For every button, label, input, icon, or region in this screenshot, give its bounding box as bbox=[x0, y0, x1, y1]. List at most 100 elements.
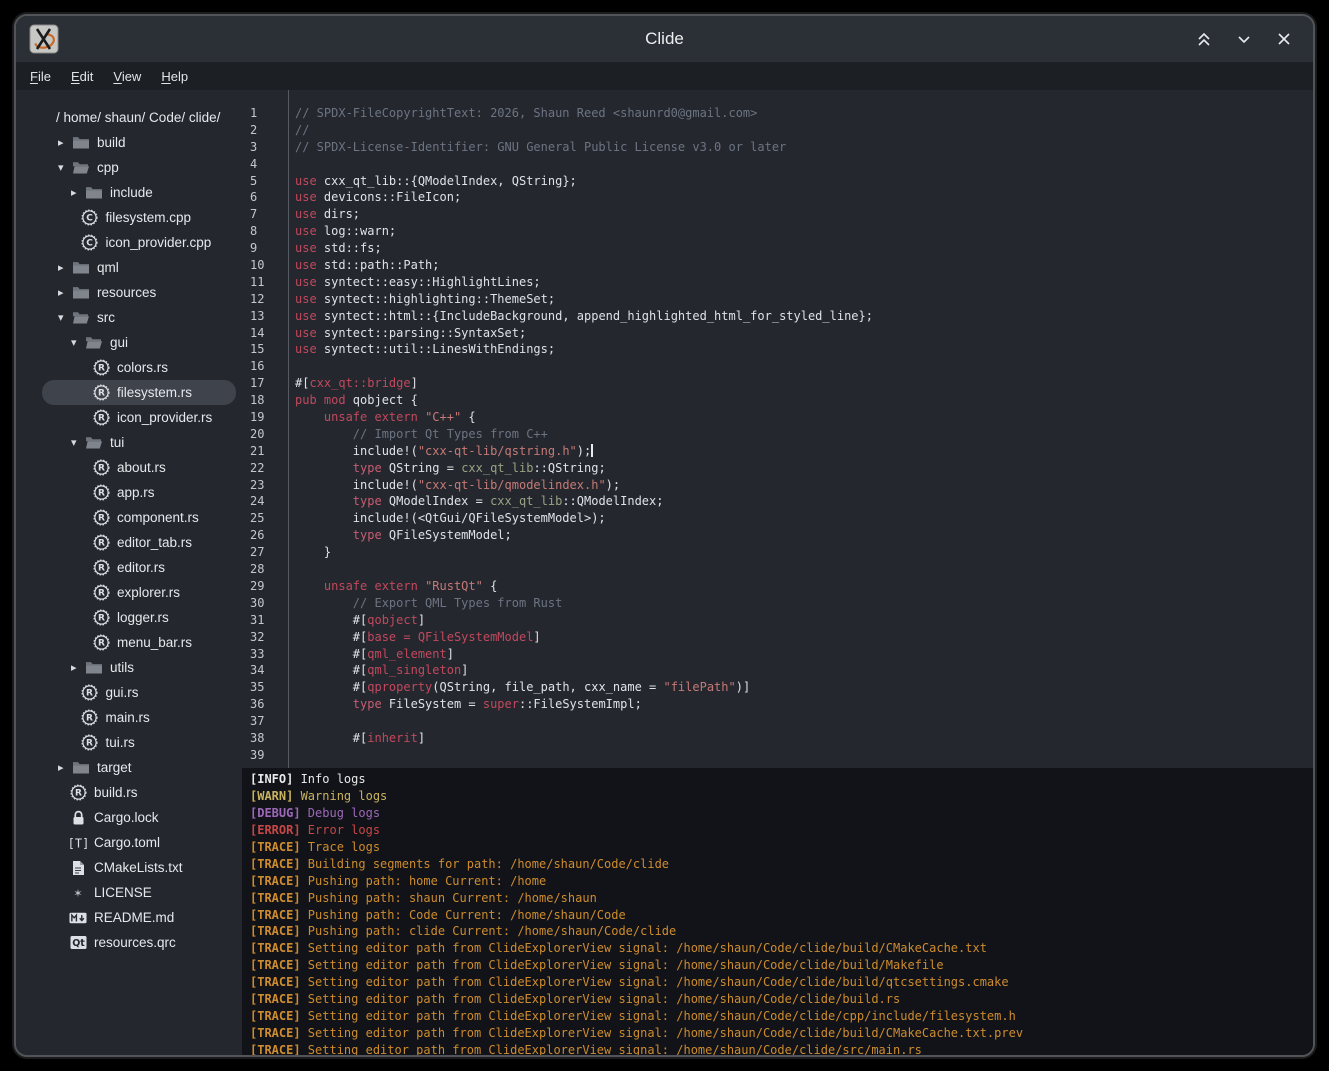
tree-item-explorer-rs[interactable]: Rexplorer.rs bbox=[42, 580, 236, 605]
qt-icon: Qt bbox=[69, 935, 87, 951]
tree-item-license[interactable]: ✶LICENSE bbox=[42, 880, 236, 905]
tree-item-src[interactable]: ▾src bbox=[42, 305, 236, 330]
chevron-collapsed-icon[interactable]: ▸ bbox=[71, 661, 85, 674]
code-line-23[interactable]: 23 include!("cxx-qt-lib/qmodelindex.h"); bbox=[242, 477, 1313, 494]
code-line-22[interactable]: 22 type QString = cxx_qt_lib::QString; bbox=[242, 460, 1313, 477]
tree-item-component-rs[interactable]: Rcomponent.rs bbox=[42, 505, 236, 530]
log-panel[interactable]: [INFO] Info logs[WARN] Warning logs[DEBU… bbox=[242, 768, 1313, 1057]
tree-item-filesystem-cpp[interactable]: Cfilesystem.cpp bbox=[42, 205, 236, 230]
code-line-34[interactable]: 34 #[qml_singleton] bbox=[242, 662, 1313, 679]
code-line-5[interactable]: 5use cxx_qt_lib::{QModelIndex, QString}; bbox=[242, 173, 1313, 190]
code-line-18[interactable]: 18pub mod qobject { bbox=[242, 392, 1313, 409]
tree-item-colors-rs[interactable]: Rcolors.rs bbox=[42, 355, 236, 380]
tree-item-cpp[interactable]: ▾ cpp bbox=[42, 155, 236, 180]
code-line-30[interactable]: 30 // Export QML Types from Rust bbox=[242, 595, 1313, 612]
code-line-24[interactable]: 24 type QModelIndex = cxx_qt_lib::QModel… bbox=[242, 493, 1313, 510]
minimize-button[interactable] bbox=[1231, 26, 1257, 52]
code-line-14[interactable]: 14use syntect::parsing::SyntaxSet; bbox=[242, 325, 1313, 342]
code-text: include!("cxx-qt-lib/qmodelindex.h"); bbox=[295, 477, 620, 494]
tree-item-utils[interactable]: ▸utils bbox=[42, 655, 236, 680]
code-line-4[interactable]: 4 bbox=[242, 156, 1313, 173]
tree-item-gui[interactable]: ▾gui bbox=[42, 330, 236, 355]
tree-item-label: editor_tab.rs bbox=[117, 535, 192, 550]
code-line-10[interactable]: 10use std::path::Path; bbox=[242, 257, 1313, 274]
restore-button[interactable] bbox=[1191, 26, 1217, 52]
tree-item-build[interactable]: ▸build bbox=[42, 130, 236, 155]
tree-item-cargo-lock[interactable]: Cargo.lock bbox=[42, 805, 236, 830]
tree-item-label: cpp bbox=[97, 160, 119, 175]
code-line-15[interactable]: 15use syntect::util::LinesWithEndings; bbox=[242, 341, 1313, 358]
code-line-9[interactable]: 9use std::fs; bbox=[242, 240, 1313, 257]
code-line-27[interactable]: 27 } bbox=[242, 544, 1313, 561]
tree-item-main-rs[interactable]: Rmain.rs bbox=[42, 705, 236, 730]
code-line-8[interactable]: 8use log::warn; bbox=[242, 223, 1313, 240]
chevron-collapsed-icon[interactable]: ▸ bbox=[58, 261, 72, 274]
tree-item-filesystem-rs[interactable]: Rfilesystem.rs bbox=[42, 380, 236, 405]
menu-help[interactable]: Help bbox=[151, 66, 198, 87]
code-line-33[interactable]: 33 #[qml_element] bbox=[242, 646, 1313, 663]
chevron-collapsed-icon[interactable]: ▸ bbox=[58, 286, 72, 299]
svg-text:R: R bbox=[75, 789, 82, 799]
tree-item-build-rs[interactable]: Rbuild.rs bbox=[42, 780, 236, 805]
code-line-2[interactable]: 2// bbox=[242, 122, 1313, 139]
code-line-38[interactable]: 38 #[inherit] bbox=[242, 730, 1313, 747]
code-line-36[interactable]: 36 type FileSystem = super::FileSystemIm… bbox=[242, 696, 1313, 713]
tree-item-logger-rs[interactable]: Rlogger.rs bbox=[42, 605, 236, 630]
code-line-7[interactable]: 7use dirs; bbox=[242, 206, 1313, 223]
tree-item-app-rs[interactable]: Rapp.rs bbox=[42, 480, 236, 505]
tree-item-cmakelists-txt[interactable]: CMakeLists.txt bbox=[42, 855, 236, 880]
menu-file[interactable]: File bbox=[20, 66, 61, 87]
code-line-13[interactable]: 13use syntect::html::{IncludeBackground,… bbox=[242, 308, 1313, 325]
chevron-expanded-icon[interactable]: ▾ bbox=[58, 311, 72, 324]
code-line-28[interactable]: 28 bbox=[242, 561, 1313, 578]
rust-file-icon: R bbox=[92, 460, 110, 476]
tree-item-editor-tab-rs[interactable]: Reditor_tab.rs bbox=[42, 530, 236, 555]
title-bar[interactable]: Clide bbox=[16, 16, 1313, 62]
tree-item-qml[interactable]: ▸qml bbox=[42, 255, 236, 280]
code-line-12[interactable]: 12use syntect::highlighting::ThemeSet; bbox=[242, 291, 1313, 308]
code-line-31[interactable]: 31 #[qobject] bbox=[242, 612, 1313, 629]
chevron-expanded-icon[interactable]: ▾ bbox=[71, 336, 85, 349]
code-line-29[interactable]: 29 unsafe extern "RustQt" { bbox=[242, 578, 1313, 595]
code-line-17[interactable]: 17#[cxx_qt::bridge] bbox=[242, 375, 1313, 392]
code-line-11[interactable]: 11use syntect::easy::HighlightLines; bbox=[242, 274, 1313, 291]
chevron-expanded-icon[interactable]: ▾ bbox=[71, 436, 85, 449]
code-line-39[interactable]: 39 bbox=[242, 747, 1313, 764]
chevron-expanded-icon[interactable]: ▾ bbox=[58, 161, 72, 174]
tree-item-target[interactable]: ▸ target bbox=[42, 755, 236, 780]
chevron-collapsed-icon[interactable]: ▸ bbox=[58, 136, 72, 149]
tree-item-menu-bar-rs[interactable]: Rmenu_bar.rs bbox=[42, 630, 236, 655]
code-line-1[interactable]: 1// SPDX-FileCopyrightText: 2026, Shaun … bbox=[242, 105, 1313, 122]
tree-item-resources[interactable]: ▸resources bbox=[42, 280, 236, 305]
code-line-32[interactable]: 32 #[base = QFileSystemModel] bbox=[242, 629, 1313, 646]
menu-view[interactable]: View bbox=[103, 66, 151, 87]
code-line-16[interactable]: 16 bbox=[242, 358, 1313, 375]
code-line-21[interactable]: 21 include!("cxx-qt-lib/qstring.h"); bbox=[242, 443, 1313, 460]
tree-item-label: target bbox=[97, 760, 132, 775]
file-explorer[interactable]: / home/ shaun/ Code/ clide/ ▸build▾cpp▸i… bbox=[16, 90, 242, 1057]
tree-item-editor-rs[interactable]: Reditor.rs bbox=[42, 555, 236, 580]
tree-item-icon-provider-rs[interactable]: Ricon_provider.rs bbox=[42, 405, 236, 430]
tree-item-include[interactable]: ▸include bbox=[42, 180, 236, 205]
code-line-6[interactable]: 6use devicons::FileIcon; bbox=[242, 189, 1313, 206]
code-line-35[interactable]: 35 #[qproperty(QString, file_path, cxx_n… bbox=[242, 679, 1313, 696]
tree-item-readme-md[interactable]: README.md bbox=[42, 905, 236, 930]
code-editor[interactable]: 1// SPDX-FileCopyrightText: 2026, Shaun … bbox=[242, 90, 1313, 768]
code-line-37[interactable]: 37 bbox=[242, 713, 1313, 730]
menu-edit[interactable]: Edit bbox=[61, 66, 103, 87]
code-line-3[interactable]: 3// SPDX-License-Identifier: GNU General… bbox=[242, 139, 1313, 156]
tree-item-tui-rs[interactable]: Rtui.rs bbox=[42, 730, 236, 755]
tree-item-cargo-toml[interactable]: [T]Cargo.toml bbox=[42, 830, 236, 855]
tree-item-gui-rs[interactable]: Rgui.rs bbox=[42, 680, 236, 705]
tree-item-tui[interactable]: ▾tui bbox=[42, 430, 236, 455]
code-line-25[interactable]: 25 include!(<QtGui/QFileSystemModel>); bbox=[242, 510, 1313, 527]
tree-item-icon-provider-cpp[interactable]: Cicon_provider.cpp bbox=[42, 230, 236, 255]
chevron-collapsed-icon[interactable]: ▸ bbox=[58, 761, 72, 774]
code-line-20[interactable]: 20 // Import Qt Types from C++ bbox=[242, 426, 1313, 443]
tree-item-resources-qrc[interactable]: Qtresources.qrc bbox=[42, 930, 236, 955]
code-line-26[interactable]: 26 type QFileSystemModel; bbox=[242, 527, 1313, 544]
code-line-19[interactable]: 19 unsafe extern "C++" { bbox=[242, 409, 1313, 426]
close-button[interactable] bbox=[1271, 26, 1297, 52]
tree-item-about-rs[interactable]: Rabout.rs bbox=[42, 455, 236, 480]
chevron-collapsed-icon[interactable]: ▸ bbox=[71, 186, 85, 199]
